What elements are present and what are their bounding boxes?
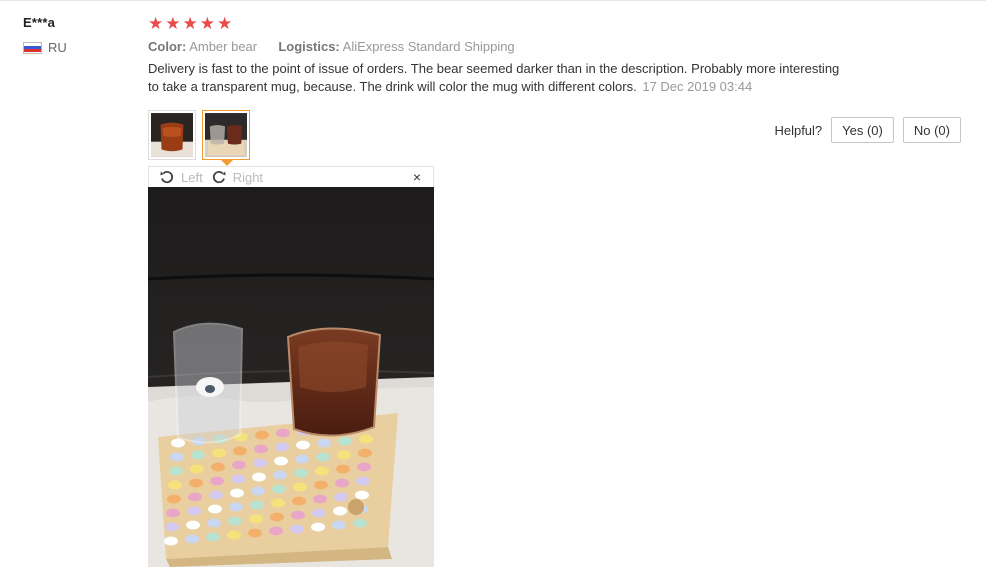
- logistics-value: AliExpress Standard Shipping: [342, 39, 515, 54]
- order-meta: Color: Amber bear Logistics: AliExpress …: [148, 39, 968, 54]
- star-icon: ★: [148, 14, 164, 33]
- review-text-block: Delivery is fast to the point of issue o…: [148, 60, 848, 96]
- logistics-label: Logistics:: [278, 39, 340, 54]
- review-photo: [148, 187, 434, 567]
- photo-viewer-toolbar: Left Right ×: [148, 166, 434, 187]
- star-icon: ★: [199, 14, 215, 33]
- star-rating: ★ ★ ★ ★ ★: [148, 15, 968, 33]
- review-body: ★ ★ ★ ★ ★ Color: Amber bear Logistics: A…: [148, 15, 968, 96]
- star-icon: ★: [217, 14, 233, 33]
- top-divider: [0, 0, 986, 1]
- star-icon: ★: [165, 14, 181, 33]
- photo-viewer: Left Right ×: [148, 166, 434, 567]
- review-date: 17 Dec 2019 03:44: [642, 79, 753, 94]
- photo-thumbnails: [148, 110, 250, 166]
- photo-thumbnail-active[interactable]: [202, 110, 250, 166]
- reviewer-name: E***a: [23, 15, 56, 30]
- close-icon[interactable]: ×: [413, 169, 421, 185]
- rotate-left-icon: [160, 170, 174, 184]
- photo-thumbnail-image: [205, 113, 247, 157]
- rotate-right-button[interactable]: Right: [211, 169, 263, 185]
- country-code: RU: [48, 40, 67, 55]
- reviewer-country: RU: [23, 40, 67, 55]
- color-value: Amber bear: [189, 39, 258, 54]
- rotate-left-button[interactable]: Left: [159, 169, 203, 185]
- photo-thumbnail-image: [151, 113, 193, 157]
- rotate-right-label: Right: [232, 169, 264, 185]
- rotate-left-label: Left: [181, 169, 203, 185]
- color-label: Color:: [148, 39, 187, 54]
- helpful-yes-button[interactable]: Yes (0): [831, 117, 894, 143]
- helpful-label: Helpful?: [774, 122, 823, 138]
- photo-thumbnail[interactable]: [148, 110, 196, 160]
- reviewer-info: E***a RU: [23, 15, 67, 55]
- helpful-no-button[interactable]: No (0): [902, 117, 961, 143]
- flag-ru-icon: [23, 41, 42, 54]
- rotate-right-icon: [212, 170, 226, 184]
- helpful-votes: Helpful? Yes (0) No (0): [774, 117, 961, 143]
- star-icon: ★: [182, 14, 198, 33]
